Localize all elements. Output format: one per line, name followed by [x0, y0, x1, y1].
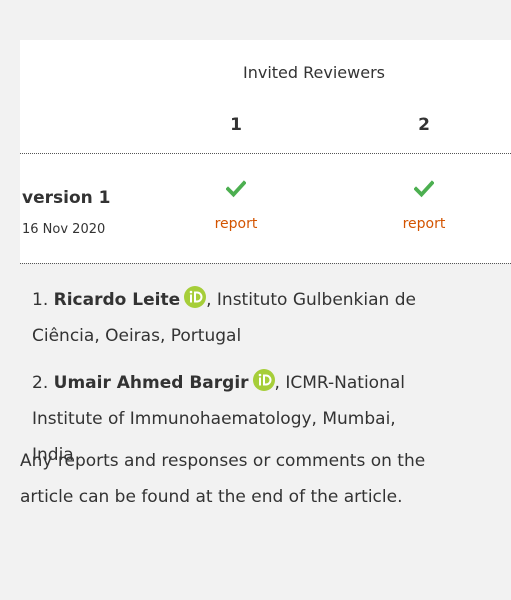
reviewer-column-2: 2 — [418, 115, 430, 135]
report-link-reviewer-2[interactable]: report — [394, 216, 454, 232]
report-link-reviewer-1[interactable]: report — [206, 216, 266, 232]
version-label[interactable]: version 1 — [22, 188, 110, 208]
reviewer-affiliation: , Instituto Gulbenkian de — [206, 290, 416, 310]
reports-note-line2: article can be found at the end of the a… — [20, 487, 403, 507]
reviewer-item-1: 1. Ricardo Leite , Instituto Gulbenkian d… — [32, 282, 502, 354]
invited-reviewers-heading: Invited Reviewers — [243, 63, 385, 82]
orcid-icon[interactable] — [184, 286, 207, 308]
orcid-icon[interactable] — [252, 369, 275, 391]
reviewer-name[interactable]: Umair Ahmed Bargir — [54, 373, 249, 393]
reviewer-affiliation-cont: Institute of Immunohaematology, Mumbai, — [32, 409, 396, 429]
reviewer-column-1: 1 — [230, 115, 242, 135]
reports-note: Any reports and responses or comments on… — [20, 443, 505, 515]
divider-bottom — [20, 263, 511, 264]
invited-reviewers-panel: Invited Reviewers 1 2 version 1 16 Nov 2… — [0, 0, 511, 600]
reviewer-name[interactable]: Ricardo Leite — [54, 290, 180, 310]
version-date: 16 Nov 2020 — [22, 222, 106, 237]
reviewer-number: 2. — [32, 373, 49, 393]
checkmark-icon — [414, 180, 434, 198]
reviewer-number: 1. — [32, 290, 49, 310]
reports-note-line1: Any reports and responses or comments on… — [20, 451, 426, 471]
reviewer-affiliation-cont: Ciência, Oeiras, Portugal — [32, 326, 242, 346]
divider-top — [20, 153, 511, 154]
checkmark-icon — [226, 180, 246, 198]
reviewer-affiliation: , ICMR-National — [274, 373, 406, 393]
